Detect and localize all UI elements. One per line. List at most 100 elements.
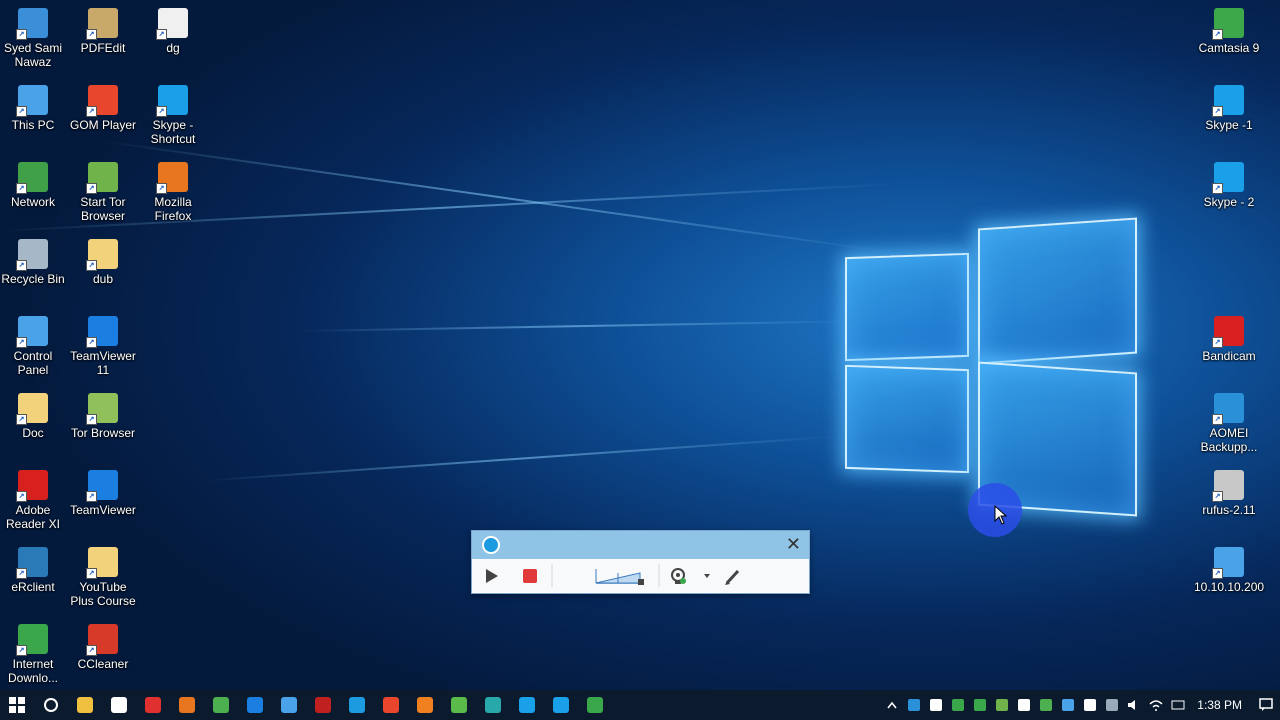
pen-icon[interactable]: [725, 569, 740, 585]
cortana-button[interactable]: [34, 690, 68, 720]
dropdown-arrow-icon[interactable]: [704, 574, 710, 578]
skype-icon[interactable]: [510, 690, 544, 720]
audio-level-icon[interactable]: [595, 569, 644, 585]
tray-app-icon[interactable]: [925, 690, 947, 720]
desktop-icon-label: Internet Downlo...: [7, 657, 59, 685]
desktop-icon[interactable]: ↗ Network: [0, 162, 68, 209]
shortcut-arrow-icon: ↗: [16, 260, 27, 271]
tray-app-icon[interactable]: [1035, 690, 1057, 720]
tray-app-icon[interactable]: [947, 690, 969, 720]
desktop-icon[interactable]: ↗ Camtasia 9: [1194, 8, 1264, 55]
recycle-bin-icon: ↗: [16, 239, 48, 271]
mouse-cursor-icon: [994, 505, 1008, 525]
shortcut-arrow-icon: ↗: [86, 337, 97, 348]
folder-icon: ↗: [86, 547, 118, 579]
desktop-icon[interactable]: ↗ Tor Browser: [68, 393, 138, 440]
usb-drive-icon: ↗: [1212, 470, 1244, 502]
desktop-icon[interactable]: ↗ Control Panel: [0, 316, 68, 377]
wifi-icon[interactable]: [1145, 690, 1167, 720]
remote-desktop-icon[interactable]: [272, 690, 306, 720]
clock[interactable]: 1:38 PM: [1197, 698, 1242, 712]
stop-button[interactable]: [523, 569, 537, 583]
desktop-icon[interactable]: ↗ GOM Player: [68, 85, 138, 132]
desktop-icon[interactable]: ↗ dg: [138, 8, 208, 55]
shortcut-arrow-icon: ↗: [1212, 491, 1223, 502]
bandicam-icon[interactable]: [306, 690, 340, 720]
desktop-icon-label: YouTube Plus Course: [70, 580, 136, 608]
desktop-icon-label: Network: [10, 195, 55, 209]
desktop-icon[interactable]: ↗ Skype - 2: [1194, 162, 1264, 209]
skype-icon[interactable]: [544, 690, 578, 720]
desktop-icon-label: Adobe Reader XI: [5, 503, 61, 531]
shortcut-arrow-icon: ↗: [86, 568, 97, 579]
webcam-icon[interactable]: [671, 568, 686, 584]
chrome-icon[interactable]: [204, 690, 238, 720]
network-icon: ↗: [16, 162, 48, 194]
tray-app-icon[interactable]: [1013, 690, 1035, 720]
desktop-icon[interactable]: ↗ eRclient: [0, 547, 68, 594]
desktop-icon[interactable]: ↗ Adobe Reader XI: [0, 470, 68, 531]
desktop-icon[interactable]: ↗ Bandicam: [1194, 316, 1264, 363]
desktop-icon[interactable]: ↗ Start Tor Browser: [68, 162, 138, 223]
close-button[interactable]: ✕: [786, 534, 801, 555]
app-teal-icon[interactable]: [476, 690, 510, 720]
desktop-icon[interactable]: ↗ PDFEdit: [68, 8, 138, 55]
desktop-icon[interactable]: ↗ Internet Downlo...: [0, 624, 68, 685]
desktop-icon[interactable]: ↗ CCleaner: [68, 624, 138, 671]
firefox-icon: ↗: [156, 162, 188, 194]
tray-app-icon[interactable]: [1079, 690, 1101, 720]
chrome-icon[interactable]: [1057, 690, 1079, 720]
start-button[interactable]: [0, 690, 34, 720]
shortcut-arrow-icon: ↗: [16, 414, 27, 425]
desktop-icon-label: This PC: [11, 118, 55, 132]
bandicam-icon: ↗: [1212, 316, 1244, 348]
remote-desktop-icon: ↗: [1212, 547, 1244, 579]
volume-icon[interactable]: [1123, 690, 1145, 720]
desktop-icon[interactable]: ↗ Recycle Bin: [0, 239, 68, 286]
camtasia-recorder-icon[interactable]: [340, 690, 374, 720]
gom-player-icon[interactable]: [374, 690, 408, 720]
desktop-icon[interactable]: ↗ Skype -1: [1194, 85, 1264, 132]
teamviewer-icon: ↗: [86, 470, 118, 502]
tray-app-icon[interactable]: [903, 690, 925, 720]
app-red-icon[interactable]: [136, 690, 170, 720]
windows-logo-wallpaper: [840, 215, 1140, 517]
file-explorer-icon[interactable]: [68, 690, 102, 720]
camtasia-icon: ↗: [1212, 8, 1244, 40]
desktop-icon[interactable]: ↗ This PC: [0, 85, 68, 132]
store-icon[interactable]: [102, 690, 136, 720]
tray-app-icon[interactable]: [991, 690, 1013, 720]
desktop-icon[interactable]: ↗ Mozilla Firefox: [138, 162, 208, 223]
firefox-icon[interactable]: [170, 690, 204, 720]
desktop-icon[interactable]: ↗ rufus-2.11: [1194, 470, 1264, 517]
idm-icon[interactable]: [578, 690, 612, 720]
chevron-up-icon[interactable]: [881, 690, 903, 720]
system-tray: 1:38 PM: [881, 690, 1280, 720]
desktop-icon-label: Syed Sami Nawaz: [3, 41, 63, 69]
adobe-reader-icon: ↗: [16, 470, 48, 502]
screen-recorder-toolbar[interactable]: ✕: [471, 530, 810, 594]
vlc-icon[interactable]: [408, 690, 442, 720]
desktop-icon[interactable]: ↗ 10.10.10.200: [1194, 547, 1264, 594]
desktop-icon[interactable]: ↗ Syed Sami Nawaz: [0, 8, 68, 69]
desktop-icon[interactable]: ↗ TeamViewer: [68, 470, 138, 517]
teamviewer-icon: ↗: [86, 316, 118, 348]
shortcut-arrow-icon: ↗: [16, 491, 27, 502]
desktop-icon[interactable]: ↗ dub: [68, 239, 138, 286]
play-button[interactable]: [486, 569, 498, 583]
desktop-icon[interactable]: ↗ AOMEI Backupp...: [1194, 393, 1264, 454]
recorder-title-bar[interactable]: ✕: [472, 531, 809, 559]
teamviewer-icon[interactable]: [238, 690, 272, 720]
action-center-icon[interactable]: [1252, 690, 1280, 720]
desktop-icon[interactable]: ↗ TeamViewer 11: [68, 316, 138, 377]
desktop-icon[interactable]: ↗ YouTube Plus Course: [68, 547, 138, 608]
tray-app-icon[interactable]: [969, 690, 991, 720]
desktop-icon[interactable]: ↗ Skype - Shortcut: [138, 85, 208, 146]
network-icon[interactable]: [1101, 690, 1123, 720]
desktop-icon-label: Bandicam: [1202, 349, 1256, 363]
shortcut-arrow-icon: ↗: [1212, 29, 1223, 40]
desktop-icon[interactable]: ↗ Doc: [0, 393, 68, 440]
utorrent-icon[interactable]: [442, 690, 476, 720]
keyboard-icon[interactable]: [1167, 690, 1189, 720]
desktop-icon-label: Skype -1: [1205, 118, 1253, 132]
